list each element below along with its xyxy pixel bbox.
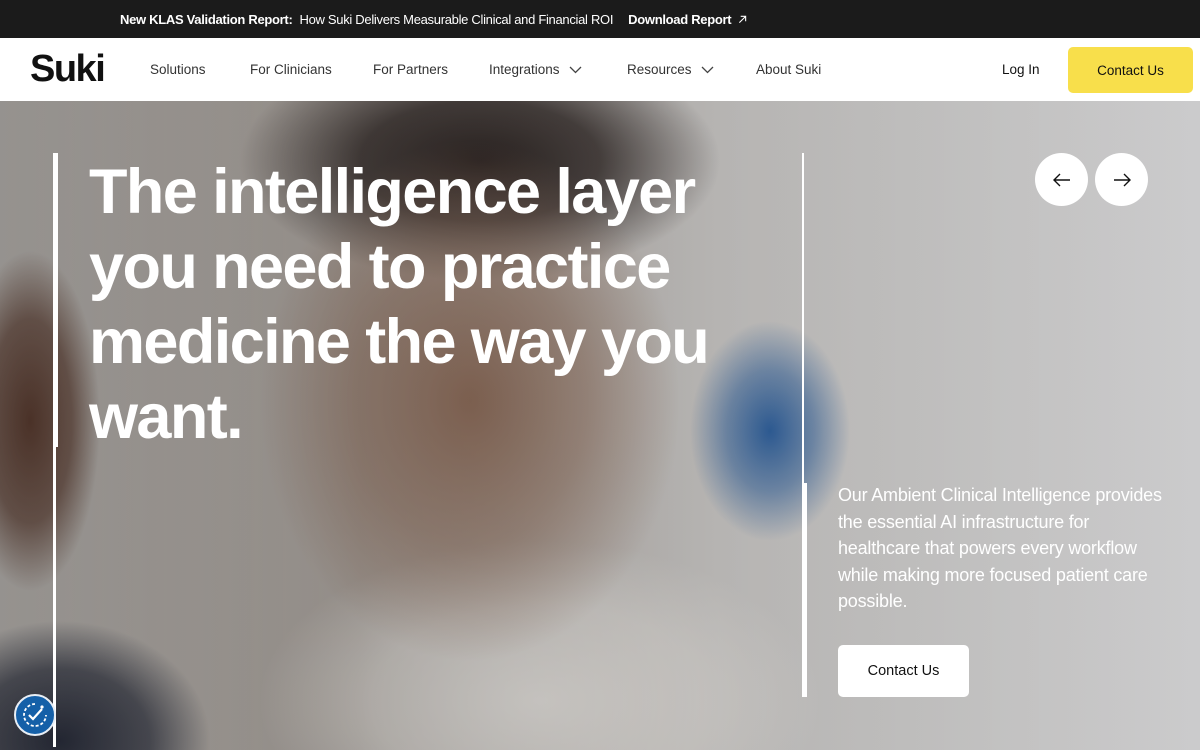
arrow-up-right-icon (739, 15, 747, 23)
nav-item-integrations[interactable]: Integrations (489, 38, 582, 101)
nav-item-about-suki[interactable]: About Suki (756, 38, 821, 101)
nav-item-resources[interactable]: Resources (627, 38, 714, 101)
arrow-right-icon (1113, 173, 1131, 186)
download-report-link[interactable]: Download Report (628, 12, 747, 27)
hero-headline: The intelligence layer you need to pract… (89, 157, 710, 452)
chevron-down-icon (569, 66, 582, 73)
left-divider-accent (53, 153, 58, 447)
announcement-bar: New KLAS Validation Report: How Suki Del… (0, 0, 1200, 38)
nav-item-solutions[interactable]: Solutions (150, 38, 206, 101)
accessibility-button[interactable] (14, 694, 56, 736)
nav-item-for-partners[interactable]: For Partners (373, 38, 448, 101)
carousel-next-button[interactable] (1095, 153, 1148, 206)
main-nav: Suki Solutions For Clinicians For Partne… (0, 38, 1200, 101)
nav-item-label: Solutions (150, 62, 206, 77)
hero-contact-button[interactable]: Contact Us (838, 645, 969, 697)
nav-item-for-clinicians[interactable]: For Clinicians (250, 38, 332, 101)
hero-subtext: Our Ambient Clinical Intelligence provid… (838, 485, 1162, 611)
announcement-message[interactable]: How Suki Delivers Measurable Clinical an… (299, 12, 613, 27)
nav-item-label: For Partners (373, 62, 449, 77)
accessibility-icon (23, 703, 47, 727)
suki-logo[interactable]: Suki (30, 50, 106, 88)
nav-item-label: Integrations (489, 62, 560, 77)
carousel-prev-button[interactable] (1035, 153, 1088, 206)
nav-item-label: Resources (627, 62, 692, 77)
hero-section: The intelligence layer you need to pract… (0, 101, 1200, 750)
announcement-label: New KLAS Validation Report: (120, 11, 293, 27)
nav-item-label: About Suki (756, 62, 822, 77)
arrow-left-icon (1052, 173, 1070, 186)
nav-item-label: For Clinicians (250, 62, 332, 77)
login-link[interactable]: Log In (1002, 38, 1040, 101)
chevron-down-icon (701, 66, 713, 73)
contact-us-button[interactable]: Contact Us (1068, 47, 1193, 93)
download-report-label: Download Report (628, 11, 732, 27)
right-divider-accent (802, 483, 807, 697)
